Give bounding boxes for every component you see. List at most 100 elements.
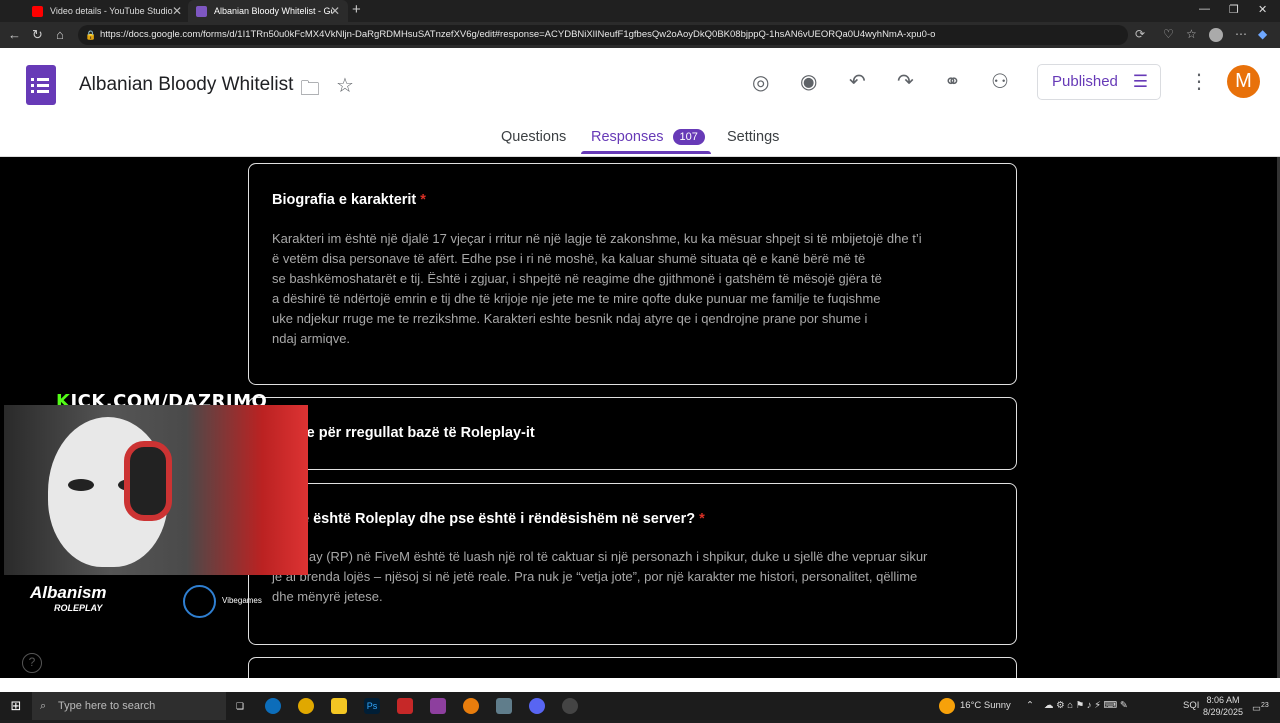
clock[interactable]: 8:06 AM 8/29/2025 bbox=[1203, 694, 1243, 718]
answer-line: je ai brenda lojës – njësoj si në jetë r… bbox=[272, 569, 918, 584]
answer-line: Roleplay (RP) në FiveM është të luash nj… bbox=[272, 549, 928, 564]
blender-icon[interactable] bbox=[463, 698, 479, 714]
restore-icon[interactable]: ❐ bbox=[1229, 3, 1239, 16]
forms-header: Albanian Bloody Whitelist 🗀 ☆ ◎ ◉ ↶ ↷ ⚭ … bbox=[0, 48, 1280, 157]
tray-chevron-icon[interactable]: ⌃ bbox=[1026, 692, 1034, 720]
answer-line: uke ndjekur rruge me te rrezikshme. Kara… bbox=[272, 311, 868, 326]
folder-icon[interactable]: 🗀 bbox=[300, 74, 320, 108]
question-card-biography: Biografia e karakterit * Karakteri im ës… bbox=[248, 163, 1017, 385]
logo-main: Albanism bbox=[30, 583, 107, 602]
extensions-icon[interactable]: ⟳ bbox=[1135, 27, 1145, 41]
search-icon: ⌕ bbox=[40, 700, 47, 712]
answer-line: a dëshirë të ndërtojë emrin e tij dhe të… bbox=[272, 291, 881, 306]
youtube-icon bbox=[32, 5, 43, 17]
tab-title: Video details - YouTube Studio bbox=[50, 6, 173, 16]
date: 8/29/2025 bbox=[1203, 707, 1244, 717]
page-bottom bbox=[0, 678, 1280, 692]
answer-line: dhe mënyrë jetese. bbox=[272, 589, 383, 604]
taskbar: ⊞ ⌕ Type here to search ❏ Ps 16°C Sunny … bbox=[0, 692, 1280, 720]
published-button[interactable]: Published ☰ bbox=[1037, 64, 1161, 100]
stream-overlay: KICK.COM/DAZRIMO Albanism ROLEPLAY Vibeg… bbox=[0, 385, 308, 618]
discord-icon[interactable] bbox=[529, 698, 545, 714]
form-title[interactable]: Albanian Bloody Whitelist bbox=[79, 74, 293, 96]
tab-questions[interactable]: Questions bbox=[501, 129, 566, 145]
app-icon[interactable] bbox=[397, 698, 413, 714]
browser-tab-bar: Video details - YouTube Studio ✕ Albania… bbox=[0, 0, 1280, 22]
notification-icon[interactable]: ▭23 bbox=[1252, 692, 1269, 723]
active-tab-indicator bbox=[581, 151, 711, 154]
search-placeholder: Type here to search bbox=[58, 700, 156, 712]
refresh-icon[interactable]: ↻ bbox=[32, 27, 43, 43]
required-asterisk: * bbox=[699, 511, 705, 527]
webcam-feed bbox=[4, 405, 308, 575]
albanism-roleplay-logo: Albanism ROLEPLAY bbox=[30, 583, 107, 613]
tab-responses[interactable]: Responses 107 bbox=[591, 129, 705, 145]
section-header-card: Pyetje për rregullat bazë të Roleplay-it bbox=[248, 397, 1017, 470]
url-field[interactable]: 🔒 https://docs.google.com/forms/d/1I1TRn… bbox=[78, 25, 1128, 45]
url-text: https://docs.google.com/forms/d/1I1TRn50… bbox=[100, 29, 936, 40]
avatar[interactable]: M bbox=[1227, 65, 1260, 98]
responses-content: Biografia e karakterit * Karakteri im ës… bbox=[0, 157, 1280, 678]
obs-icon[interactable] bbox=[562, 698, 578, 714]
answer-line: ndaj armiqve. bbox=[272, 331, 351, 346]
tab-youtube-studio[interactable]: Video details - YouTube Studio ✕ bbox=[24, 0, 190, 22]
windows-start-icon[interactable]: ⊞ bbox=[8, 698, 24, 714]
question-card-next bbox=[248, 657, 1017, 678]
weather-text[interactable]: 16°C Sunny bbox=[960, 692, 1011, 720]
tune-icon: ☰ bbox=[1132, 72, 1148, 91]
chrome-icon[interactable] bbox=[298, 698, 314, 714]
file-explorer-icon[interactable] bbox=[331, 698, 347, 714]
photoshop-icon[interactable]: Ps bbox=[364, 698, 380, 714]
help-icon[interactable]: ? bbox=[22, 653, 42, 673]
language-indicator[interactable]: SQI bbox=[1183, 692, 1199, 720]
browser-essentials-icon[interactable]: ♡ bbox=[1163, 27, 1174, 41]
copilot-icon[interactable]: ◆ bbox=[1258, 27, 1267, 41]
question-title: Biografia e karakterit * bbox=[272, 192, 426, 208]
add-collaborator-icon[interactable]: ⚇ bbox=[991, 69, 1009, 94]
tab-title: Albanian Bloody Whitelist - Goog bbox=[214, 6, 332, 16]
published-label: Published bbox=[1052, 73, 1118, 90]
logo-sub: ROLEPLAY bbox=[54, 603, 103, 613]
new-tab-icon[interactable]: + bbox=[352, 1, 361, 18]
weather-icon bbox=[939, 698, 955, 714]
answer-line: se bashkëmoshatarët e tij. Është i zgjua… bbox=[272, 271, 882, 286]
tray-icons[interactable]: ☁ ⚙ ⌂ ⚑ ♪ ⚡ ⌨ ✎ bbox=[1044, 692, 1128, 720]
close-icon[interactable]: ✕ bbox=[330, 4, 340, 18]
tab-responses-label: Responses bbox=[591, 129, 664, 145]
mask-eye bbox=[68, 479, 94, 491]
taskbar-search[interactable]: ⌕ Type here to search bbox=[32, 692, 226, 720]
vibegames-label: Vibegames bbox=[222, 596, 262, 605]
tab-settings[interactable]: Settings bbox=[727, 129, 779, 145]
favorites-icon[interactable]: ☆ bbox=[1186, 27, 1197, 41]
lock-icon: 🔒 bbox=[85, 30, 97, 40]
more-options-icon[interactable]: ⋯ bbox=[1235, 27, 1247, 41]
window-close-icon[interactable]: ✕ bbox=[1258, 3, 1267, 16]
required-asterisk: * bbox=[420, 192, 426, 208]
minimize-icon[interactable]: — bbox=[1199, 3, 1210, 15]
app-icon[interactable] bbox=[496, 698, 512, 714]
google-forms-icon bbox=[196, 5, 207, 17]
close-icon[interactable]: ✕ bbox=[172, 4, 182, 18]
profile-icon[interactable] bbox=[1209, 28, 1223, 42]
responses-count-badge: 107 bbox=[672, 129, 705, 145]
star-icon[interactable]: ☆ bbox=[336, 73, 354, 98]
preview-eye-icon[interactable]: ◉ bbox=[800, 69, 817, 94]
more-vert-icon[interactable]: ⋮ bbox=[1189, 69, 1209, 94]
answer-line: ë vetëm disa personave të afërt. Edhe ps… bbox=[272, 251, 866, 266]
palette-icon[interactable]: ◎ bbox=[752, 70, 769, 95]
notification-count: 23 bbox=[1260, 702, 1269, 709]
edge-icon[interactable] bbox=[265, 698, 281, 714]
back-icon[interactable]: ← bbox=[8, 27, 21, 42]
task-view-icon[interactable]: ❏ bbox=[232, 698, 248, 714]
home-icon[interactable]: ⌂ bbox=[56, 27, 64, 42]
tab-google-forms[interactable]: Albanian Bloody Whitelist - Goog ✕ bbox=[188, 0, 348, 22]
answer-line: Karakteri im është një djalë 17 vjeçar i… bbox=[272, 231, 922, 246]
redo-icon[interactable]: ↷ bbox=[897, 69, 914, 94]
vibegames-logo-icon bbox=[183, 585, 216, 618]
address-bar-row: ← ↻ ⌂ 🔒 https://docs.google.com/forms/d/… bbox=[0, 22, 1280, 48]
google-forms-logo-icon[interactable] bbox=[26, 65, 56, 105]
undo-icon[interactable]: ↶ bbox=[849, 69, 866, 94]
link-icon[interactable]: ⚭ bbox=[944, 69, 961, 94]
winrar-icon[interactable] bbox=[430, 698, 446, 714]
time: 8:06 AM bbox=[1206, 695, 1240, 705]
